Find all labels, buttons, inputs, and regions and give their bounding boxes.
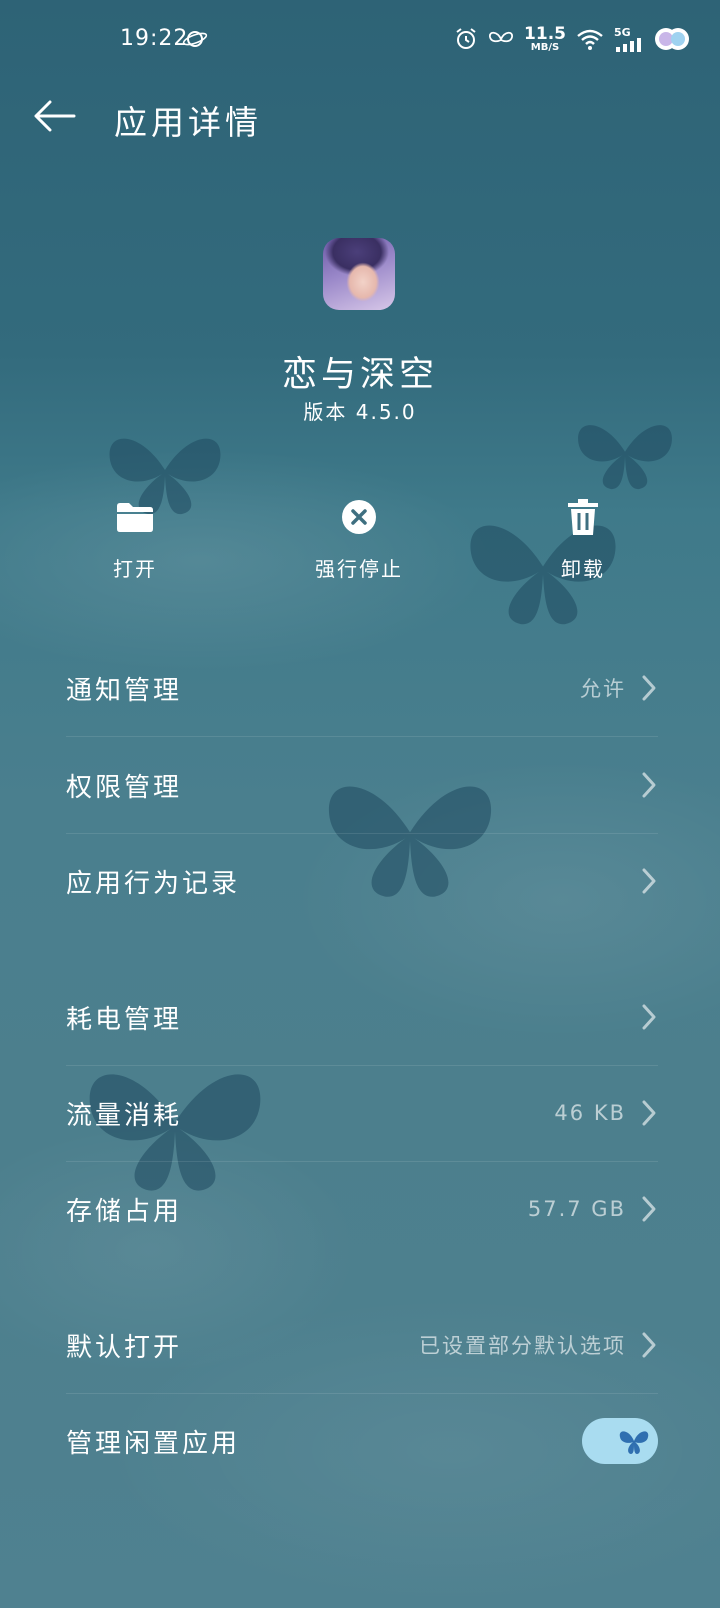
manage-idle-apps-row: 管理闲置应用	[66, 1406, 658, 1476]
folder-icon	[55, 495, 215, 539]
signal-icon	[616, 37, 641, 52]
uninstall-button-label: 卸载	[561, 557, 605, 581]
chevron-right-icon	[642, 675, 656, 701]
back-arrow-icon[interactable]	[28, 94, 80, 138]
battery-management-label: 耗电管理	[66, 1004, 183, 1035]
action-bar: 打开 强行停止 卸载	[0, 495, 720, 595]
theme-badge-icon	[654, 24, 690, 54]
permission-management-row[interactable]: 权限管理	[66, 750, 658, 820]
notification-management-value: 允许	[580, 677, 626, 701]
row-divider	[66, 736, 658, 737]
chevron-right-icon	[642, 1196, 656, 1222]
data-usage-row[interactable]: 流量消耗 46 KB	[66, 1078, 658, 1148]
app-version: 版本 4.5.0	[303, 400, 417, 424]
default-open-label: 默认打开	[66, 1332, 183, 1363]
manage-idle-apps-label: 管理闲置应用	[66, 1428, 241, 1459]
chevron-right-icon	[642, 1004, 656, 1030]
status-bar: 19:22 11.5 MB/S 5G	[0, 0, 720, 80]
alarm-icon	[454, 27, 478, 51]
page-title: 应用详情	[114, 103, 262, 142]
open-button-label: 打开	[113, 557, 157, 581]
trash-icon	[503, 495, 663, 539]
data-usage-label: 流量消耗	[66, 1100, 183, 1131]
open-button[interactable]: 打开	[55, 495, 215, 582]
storage-usage-value: 57.7 GB	[527, 1197, 626, 1221]
row-divider	[66, 833, 658, 834]
butterfly-status-icon	[488, 29, 514, 49]
storage-usage-label: 存储占用	[66, 1196, 183, 1227]
status-icons: 11.5 MB/S 5G	[454, 22, 690, 56]
permission-management-label: 权限管理	[66, 772, 183, 803]
chevron-right-icon	[642, 868, 656, 894]
force-stop-button-label: 强行停止	[315, 557, 403, 581]
network-speed-unit: MB/S	[530, 41, 560, 53]
chevron-right-icon	[642, 1332, 656, 1358]
app-behavior-record-row[interactable]: 应用行为记录	[66, 846, 658, 916]
app-name: 恋与深空	[281, 355, 438, 395]
notification-management-row[interactable]: 通知管理 允许	[66, 653, 658, 723]
storage-usage-row[interactable]: 存储占用 57.7 GB	[66, 1174, 658, 1244]
row-divider	[66, 1065, 658, 1066]
notification-management-label: 通知管理	[66, 675, 183, 706]
chevron-right-icon	[642, 1100, 656, 1126]
status-time: 19:22	[120, 26, 189, 51]
uninstall-button[interactable]: 卸载	[503, 495, 663, 582]
manage-idle-apps-toggle[interactable]	[582, 1418, 658, 1464]
network-type: 5G	[614, 25, 631, 39]
data-usage-value: 46 KB	[554, 1101, 626, 1125]
app-behavior-record-label: 应用行为记录	[66, 868, 241, 899]
default-open-value: 已设置部分默认选项	[419, 1334, 626, 1358]
app-details-header: 应用详情	[0, 80, 720, 150]
app-icon	[323, 238, 395, 310]
stop-icon	[279, 495, 439, 539]
planet-icon	[182, 31, 208, 47]
row-divider	[66, 1161, 658, 1162]
signal-indicator: 5G	[614, 27, 644, 52]
wifi-icon	[576, 27, 604, 51]
row-divider	[66, 1393, 658, 1394]
butterfly-toggle-icon	[614, 1421, 654, 1461]
network-speed: 11.5 MB/S	[524, 23, 566, 53]
battery-management-row[interactable]: 耗电管理	[66, 982, 658, 1052]
network-speed-value: 11.5	[524, 23, 566, 44]
chevron-right-icon	[642, 772, 656, 798]
default-open-row[interactable]: 默认打开 已设置部分默认选项	[66, 1310, 658, 1380]
force-stop-button[interactable]: 强行停止	[279, 495, 439, 582]
